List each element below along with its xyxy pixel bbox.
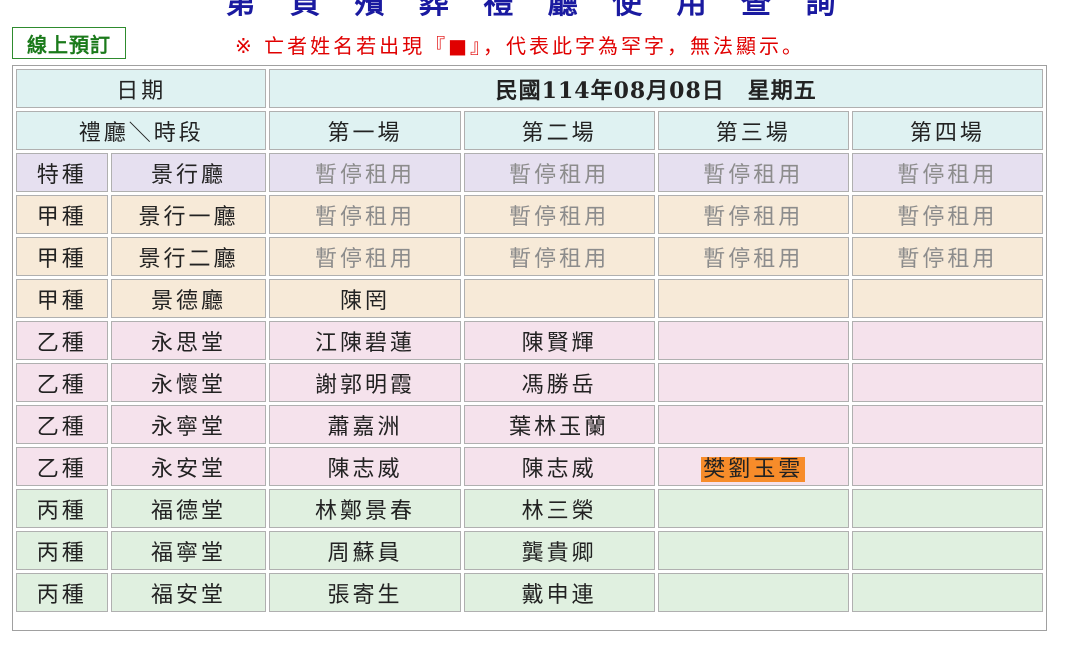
table-row: 乙種 永安堂 陳志威 陳志威 樊劉玉雲 — [16, 447, 1043, 486]
hall-name: 景行廳 — [110, 153, 267, 192]
slot-cell — [657, 363, 849, 402]
slot-cell — [851, 363, 1043, 402]
hall-name: 永安堂 — [110, 447, 267, 486]
slot-cell: 葉林玉蘭 — [463, 405, 655, 444]
slot-cell — [851, 447, 1043, 486]
slot-cell: 馮勝岳 — [463, 363, 655, 402]
hall-name: 福寧堂 — [110, 531, 267, 570]
slot-cell: 暫停租用 — [269, 195, 461, 234]
table-row: 甲種 景行二廳 暫停租用 暫停租用 暫停租用 暫停租用 — [16, 237, 1043, 276]
rare-character-notice: ※ 亡者姓名若出現『■』，代表此字為罕字，無法顯示。 — [235, 34, 806, 58]
highlighted-name: 樊劉玉雲 — [701, 456, 806, 482]
slot-cell: 樊劉玉雲 — [657, 447, 849, 486]
slot-cell — [851, 531, 1043, 570]
hall-type: 乙種 — [16, 363, 108, 402]
page-title: 第 頁 殯 葬 禮 廳 使 用 查 詢 — [225, 0, 848, 21]
hall-type: 丙種 — [16, 489, 108, 528]
hall-name: 景德廳 — [110, 279, 267, 318]
slot-cell — [657, 531, 849, 570]
table-row: 甲種 景德廳 陳罔 — [16, 279, 1043, 318]
slot-cell: 暫停租用 — [463, 195, 655, 234]
slot-cell: 暫停租用 — [851, 153, 1043, 192]
slot-cell — [657, 405, 849, 444]
slot-cell: 陳罔 — [269, 279, 461, 318]
hall-type: 丙種 — [16, 531, 108, 570]
online-booking-button[interactable]: 線上預訂 — [12, 27, 126, 59]
hall-name: 永思堂 — [110, 321, 267, 360]
slot-cell — [851, 489, 1043, 528]
slot-cell — [463, 279, 655, 318]
hall-schedule-table: 日期 民國114年08月08日 星期五 禮廳＼時段 第一場 第二場 第三場 第四… — [12, 65, 1047, 631]
table-row: 乙種 永思堂 江陳碧蓮 陳賢輝 — [16, 321, 1043, 360]
slot-cell: 蕭嘉洲 — [269, 405, 461, 444]
slot-header-4: 第四場 — [851, 111, 1043, 150]
table-row: 甲種 景行一廳 暫停租用 暫停租用 暫停租用 暫停租用 — [16, 195, 1043, 234]
slot-cell: 暫停租用 — [657, 237, 849, 276]
slot-cell: 暫停租用 — [463, 237, 655, 276]
slot-header-2: 第二場 — [463, 111, 655, 150]
slot-cell — [657, 321, 849, 360]
slot-cell: 暫停租用 — [463, 153, 655, 192]
slot-cell: 暫停租用 — [657, 153, 849, 192]
table-row: 乙種 永寧堂 蕭嘉洲 葉林玉蘭 — [16, 405, 1043, 444]
hall-type: 乙種 — [16, 321, 108, 360]
table-row: 丙種 福寧堂 周蘇員 龔貴卿 — [16, 531, 1043, 570]
hall-name: 永懷堂 — [110, 363, 267, 402]
slot-cell: 張寄生 — [269, 573, 461, 612]
slot-cell: 陳志威 — [269, 447, 461, 486]
table-row: 特種 景行廳 暫停租用 暫停租用 暫停租用 暫停租用 — [16, 153, 1043, 192]
slot-cell: 江陳碧蓮 — [269, 321, 461, 360]
slot-cell — [657, 279, 849, 318]
slot-cell — [657, 489, 849, 528]
table-row: 乙種 永懷堂 謝郭明霞 馮勝岳 — [16, 363, 1043, 402]
slot-header-1: 第一場 — [269, 111, 461, 150]
slot-cell: 暫停租用 — [851, 195, 1043, 234]
slot-cell — [657, 573, 849, 612]
slot-cell: 龔貴卿 — [463, 531, 655, 570]
hall-type: 甲種 — [16, 279, 108, 318]
hall-type: 乙種 — [16, 447, 108, 486]
slot-cell: 暫停租用 — [657, 195, 849, 234]
hall-type: 丙種 — [16, 573, 108, 612]
hall-slot-header: 禮廳＼時段 — [16, 111, 267, 150]
slot-header-3: 第三場 — [657, 111, 849, 150]
table-row: 丙種 福安堂 張寄生 戴申連 — [16, 573, 1043, 612]
slot-cell — [851, 279, 1043, 318]
slot-cell: 林鄭景春 — [269, 489, 461, 528]
date-label: 日期 — [16, 69, 267, 108]
slot-cell — [851, 405, 1043, 444]
hall-name: 景行二廳 — [110, 237, 267, 276]
slot-cell: 暫停租用 — [851, 237, 1043, 276]
slot-cell — [851, 573, 1043, 612]
hall-name: 福安堂 — [110, 573, 267, 612]
slot-cell: 暫停租用 — [269, 237, 461, 276]
slot-cell: 周蘇員 — [269, 531, 461, 570]
hall-type: 甲種 — [16, 237, 108, 276]
hall-type: 甲種 — [16, 195, 108, 234]
slot-cell: 謝郭明霞 — [269, 363, 461, 402]
hall-name: 景行一廳 — [110, 195, 267, 234]
hall-type: 特種 — [16, 153, 108, 192]
slot-cell: 暫停租用 — [269, 153, 461, 192]
slot-cell: 陳志威 — [463, 447, 655, 486]
hall-name: 永寧堂 — [110, 405, 267, 444]
date-value: 民國114年08月08日 星期五 — [269, 69, 1043, 108]
slot-cell: 戴申連 — [463, 573, 655, 612]
table-row: 丙種 福德堂 林鄭景春 林三榮 — [16, 489, 1043, 528]
hall-type: 乙種 — [16, 405, 108, 444]
slot-cell: 陳賢輝 — [463, 321, 655, 360]
slot-cell: 林三榮 — [463, 489, 655, 528]
slot-cell — [851, 321, 1043, 360]
hall-name: 福德堂 — [110, 489, 267, 528]
